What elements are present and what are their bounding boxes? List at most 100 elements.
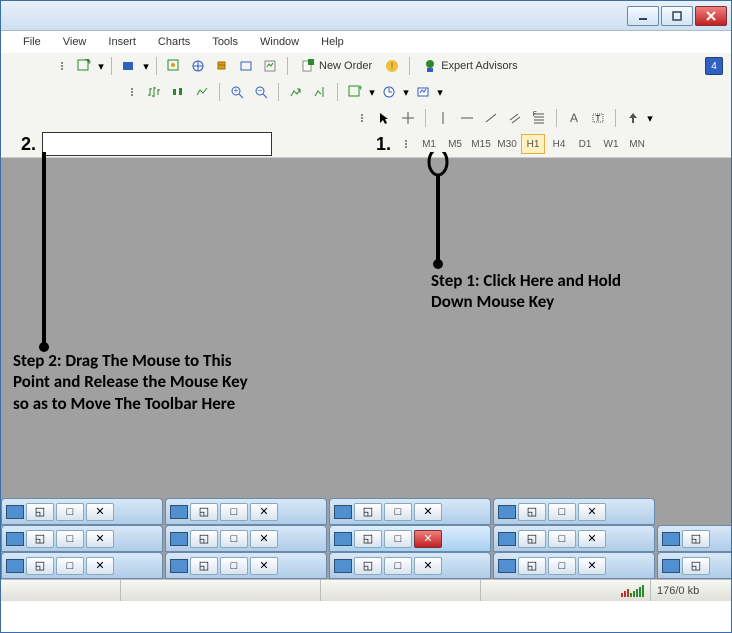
minimized-chart-window[interactable]: ◱□✕ — [165, 525, 327, 552]
minimized-chart-window[interactable]: ◱□✕ — [1, 525, 163, 552]
timeframe-m1[interactable]: M1 — [417, 134, 441, 154]
close-icon[interactable]: ✕ — [414, 503, 442, 521]
maximize-icon[interactable]: □ — [548, 530, 576, 548]
restore-icon[interactable]: ◱ — [518, 557, 546, 575]
auto-scroll-icon[interactable] — [285, 81, 307, 103]
dropdown-icon[interactable]: ▾ — [436, 86, 444, 99]
menu-help[interactable]: Help — [311, 33, 354, 51]
maximize-icon[interactable]: □ — [384, 530, 412, 548]
minimized-chart-window[interactable]: ◱□✕ — [493, 525, 655, 552]
dropdown-icon[interactable]: ▾ — [368, 86, 376, 99]
timeframe-d1[interactable]: D1 — [573, 134, 597, 154]
maximize-icon[interactable]: □ — [220, 530, 248, 548]
templates-icon[interactable] — [412, 81, 434, 103]
restore-icon[interactable]: ◱ — [354, 530, 382, 548]
trendline-icon[interactable] — [480, 107, 502, 129]
close-button[interactable] — [695, 6, 727, 26]
maximize-icon[interactable]: □ — [56, 530, 84, 548]
minimized-chart-window-active[interactable]: ◱□✕ — [329, 525, 491, 552]
menu-tools[interactable]: Tools — [202, 33, 248, 51]
close-icon[interactable]: ✕ — [414, 557, 442, 575]
timeframe-w1[interactable]: W1 — [599, 134, 623, 154]
menu-file[interactable]: File — [13, 33, 51, 51]
close-icon[interactable]: ✕ — [250, 503, 278, 521]
minimized-chart-window[interactable]: ◱□✕ — [1, 498, 163, 525]
text-icon[interactable]: A — [563, 107, 585, 129]
navigator-icon[interactable] — [187, 55, 209, 77]
maximize-button[interactable] — [661, 6, 693, 26]
zoom-out-icon[interactable]: − — [250, 81, 272, 103]
dropdown-icon[interactable]: ▾ — [402, 86, 410, 99]
restore-icon[interactable]: ◱ — [518, 530, 546, 548]
minimize-button[interactable] — [627, 6, 659, 26]
new-order-button[interactable]: New Order — [294, 55, 379, 77]
restore-icon[interactable]: ◱ — [518, 503, 546, 521]
indicator-badge[interactable]: 4 — [705, 57, 723, 75]
menu-view[interactable]: View — [53, 33, 97, 51]
menu-insert[interactable]: Insert — [98, 33, 146, 51]
minimized-chart-window[interactable]: ◱□✕ — [165, 552, 327, 579]
terminal-icon[interactable] — [235, 55, 257, 77]
timeframe-h4[interactable]: H4 — [547, 134, 571, 154]
candlestick-icon[interactable] — [167, 81, 189, 103]
market-watch-icon[interactable] — [163, 55, 185, 77]
maximize-icon[interactable]: □ — [220, 557, 248, 575]
close-icon[interactable]: ✕ — [250, 557, 278, 575]
timeframe-mn[interactable]: MN — [625, 134, 649, 154]
minimized-chart-window[interactable]: ◱ — [657, 552, 732, 579]
vertical-line-icon[interactable] — [432, 107, 454, 129]
chart-shift-icon[interactable] — [309, 81, 331, 103]
bar-chart-icon[interactable] — [143, 81, 165, 103]
text-label-icon[interactable]: T — [587, 107, 609, 129]
horizontal-line-icon[interactable] — [456, 107, 478, 129]
menu-charts[interactable]: Charts — [148, 33, 200, 51]
zoom-in-icon[interactable]: + — [226, 81, 248, 103]
dropdown-icon[interactable]: ▾ — [142, 60, 150, 73]
data-window-icon[interactable] — [211, 55, 233, 77]
minimized-chart-window[interactable]: ◱□✕ — [1, 552, 163, 579]
restore-icon[interactable]: ◱ — [354, 557, 382, 575]
restore-icon[interactable]: ◱ — [682, 530, 710, 548]
restore-icon[interactable]: ◱ — [190, 530, 218, 548]
toolbar-grip-timeframes[interactable] — [405, 140, 411, 148]
timeframe-m15[interactable]: M15 — [469, 134, 493, 154]
line-chart-icon[interactable] — [191, 81, 213, 103]
timeframe-m5[interactable]: M5 — [443, 134, 467, 154]
maximize-icon[interactable]: □ — [548, 557, 576, 575]
close-icon[interactable]: ✕ — [578, 557, 606, 575]
minimized-chart-window[interactable]: ◱ — [657, 525, 732, 552]
toolbar-grip[interactable] — [61, 62, 67, 70]
close-icon[interactable]: ✕ — [250, 530, 278, 548]
close-icon[interactable]: ✕ — [414, 530, 442, 548]
dropdown-icon[interactable]: ▾ — [646, 112, 654, 125]
maximize-icon[interactable]: □ — [56, 557, 84, 575]
timeframe-m30[interactable]: M30 — [495, 134, 519, 154]
crosshair-icon[interactable] — [397, 107, 419, 129]
new-chart-icon[interactable]: + — [73, 55, 95, 77]
channel-icon[interactable] — [504, 107, 526, 129]
restore-icon[interactable]: ◱ — [354, 503, 382, 521]
menu-window[interactable]: Window — [250, 33, 309, 51]
dropdown-icon[interactable]: ▾ — [97, 60, 105, 73]
metaquotes-icon[interactable]: ! — [381, 55, 403, 77]
arrows-icon[interactable] — [622, 107, 644, 129]
timeframe-h1[interactable]: H1 — [521, 134, 545, 154]
minimized-chart-window[interactable]: ◱□✕ — [493, 498, 655, 525]
restore-icon[interactable]: ◱ — [26, 503, 54, 521]
periodicity-icon[interactable] — [378, 81, 400, 103]
maximize-icon[interactable]: □ — [56, 503, 84, 521]
maximize-icon[interactable]: □ — [384, 503, 412, 521]
minimized-chart-window[interactable]: ◱□✕ — [329, 552, 491, 579]
minimized-chart-window[interactable]: ◱□✕ — [493, 552, 655, 579]
maximize-icon[interactable]: □ — [384, 557, 412, 575]
restore-icon[interactable]: ◱ — [682, 557, 710, 575]
restore-icon[interactable]: ◱ — [26, 557, 54, 575]
cursor-icon[interactable] — [373, 107, 395, 129]
minimized-chart-window[interactable]: ◱□✕ — [329, 498, 491, 525]
maximize-icon[interactable]: □ — [220, 503, 248, 521]
toolbar-drop-target[interactable] — [42, 132, 272, 156]
restore-icon[interactable]: ◱ — [190, 503, 218, 521]
expert-advisors-button[interactable]: Expert Advisors — [416, 55, 524, 77]
minimized-chart-window[interactable]: ◱□✕ — [165, 498, 327, 525]
close-icon[interactable]: ✕ — [86, 557, 114, 575]
